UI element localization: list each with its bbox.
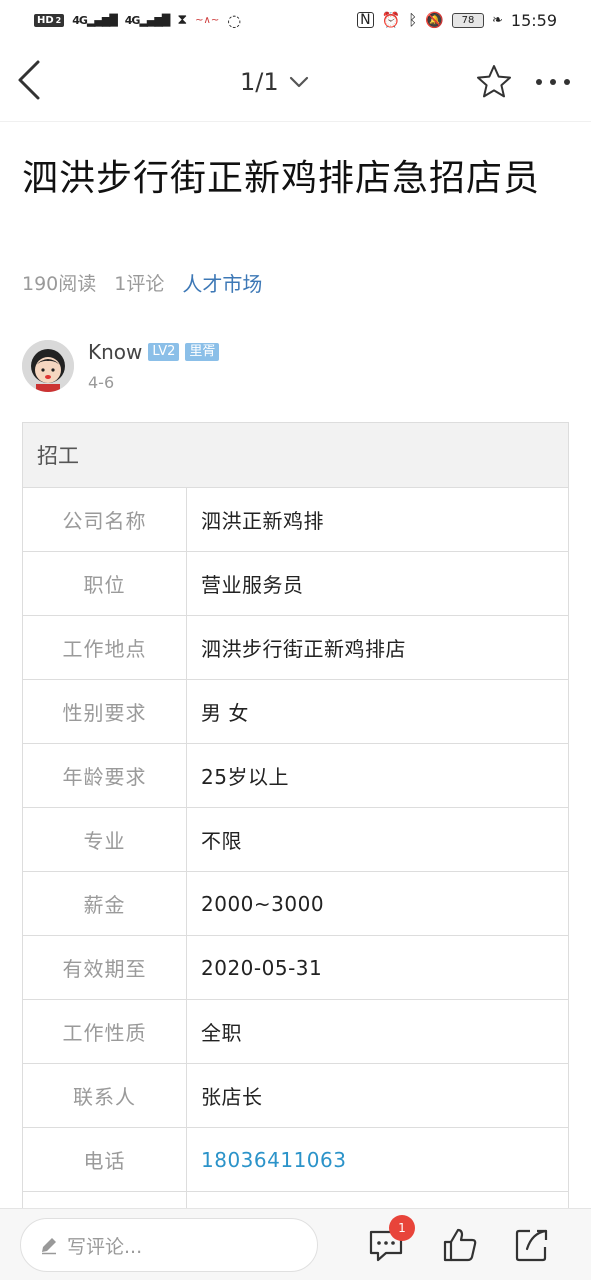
table-row: 年龄要求 25岁以上: [23, 744, 568, 808]
table-header: 招工: [23, 422, 568, 488]
row-label: 有效期至: [23, 936, 187, 999]
row-label: 联系人: [23, 1064, 187, 1127]
table-row: [23, 1192, 568, 1208]
row-label: 电话: [23, 1128, 187, 1191]
alarm-icon: ⏰: [381, 11, 401, 29]
more-dot-icon: [550, 79, 556, 85]
page-selector[interactable]: 1/1: [240, 62, 309, 102]
hourglass-icon: ⧗: [177, 12, 188, 28]
table-row: 公司名称 泗洪正新鸡排: [23, 488, 568, 552]
pencil-icon: [42, 1238, 56, 1255]
rank-badge: 里胥: [185, 343, 220, 361]
battery-icon: 78: [451, 12, 484, 28]
favorite-button[interactable]: [474, 62, 514, 102]
share-button[interactable]: [512, 1225, 552, 1265]
nfc-icon: N: [357, 12, 374, 28]
row-value: 张店长: [201, 1085, 263, 1109]
comment-placeholder: 写评论...: [67, 1235, 143, 1258]
post-meta: 190阅读 1评论 人才市场: [22, 268, 262, 297]
row-label: 工作性质: [23, 1000, 187, 1063]
top-nav-bar: 1/1: [0, 40, 591, 122]
row-value: 2020-05-31: [201, 955, 323, 980]
row-label: [23, 1192, 187, 1208]
table-row: 性别要求男 女: [23, 680, 568, 744]
signal-4g-1: 4G▂▄▆█: [72, 13, 118, 27]
category-link[interactable]: 人才市场: [182, 268, 262, 297]
avatar-image: [22, 340, 74, 392]
comment-input[interactable]: 写评论...: [20, 1218, 318, 1272]
row-value: 25岁以上: [201, 765, 289, 789]
row-label: 年龄要求: [23, 744, 187, 807]
table-row: 职位 营业服务员: [23, 552, 568, 616]
author-avatar[interactable]: [22, 340, 74, 392]
row-label: 性别要求: [23, 680, 187, 743]
author-info: Know LV2 里胥: [88, 340, 220, 364]
row-label: 公司名称: [23, 488, 187, 551]
status-bar-left: HD 2 4G▂▄▆█ 4G▂▄▆█ ⧗ ~∧~ ◌: [34, 11, 241, 30]
row-value: 2000~3000: [201, 891, 325, 916]
read-count: 190阅读: [22, 273, 97, 295]
row-label: 工作地点: [23, 616, 187, 679]
more-dot-icon: [564, 79, 570, 85]
signal-4g-2: 4G▂▄▆█: [124, 13, 171, 27]
more-options-button[interactable]: [530, 62, 576, 102]
table-row: 有效期至 2020-05-31: [23, 936, 568, 1000]
row-label: 薪金: [23, 872, 187, 935]
thumbs-up-icon: [443, 1228, 477, 1262]
row-value: 不限: [201, 829, 242, 853]
table-row: 联系人 张店长: [23, 1064, 568, 1128]
bottom-action-bar: 写评论... 1: [0, 1208, 591, 1280]
comment-count: 1评论: [114, 273, 165, 295]
job-info-table: 招工 公司名称 泗洪正新鸡排 职位 营业服务员 工作地点 泗洪步行街正新鸡排店 性别要…: [22, 422, 569, 1208]
row-label: 职位: [23, 552, 187, 615]
clock: 15:59: [510, 10, 557, 30]
author-name[interactable]: Know: [88, 340, 142, 364]
chevron-down-icon: [289, 76, 308, 88]
table-row: 工作性质 全职: [23, 1000, 568, 1064]
phone-link[interactable]: 18036411063: [187, 1128, 568, 1191]
like-button[interactable]: [440, 1225, 480, 1265]
app-notification-icon: ~∧~: [195, 14, 220, 26]
mute-icon: 🔕: [425, 11, 444, 29]
table-row: 专业 不限: [23, 808, 568, 872]
level-badge: LV2: [148, 343, 180, 361]
star-icon: [477, 65, 511, 98]
loading-circle-icon: ◌: [227, 10, 242, 30]
bluetooth-icon: ᛒ: [408, 11, 418, 29]
status-bar-right: N ⏰ ᛒ 🔕 78 ❧ 15:59: [357, 11, 557, 30]
row-value: [187, 1192, 568, 1208]
row-label: 专业: [23, 808, 187, 871]
table-row: 薪金 2000~3000: [23, 872, 568, 936]
row-value: 全职: [201, 1021, 242, 1045]
hd-indicator: HD 2: [34, 13, 65, 27]
row-value: 泗洪正新鸡排: [201, 509, 324, 533]
share-icon: [515, 1229, 548, 1262]
post-title: 泗洪步行街正新鸡排店急招店员: [22, 158, 541, 199]
comment-count-badge: 1: [389, 1215, 415, 1241]
eco-leaf-icon: ❧: [491, 12, 503, 28]
row-value: 营业服务员: [201, 573, 304, 597]
back-button[interactable]: [12, 58, 52, 102]
table-row: 电话 18036411063: [23, 1128, 568, 1192]
more-dot-icon: [536, 79, 542, 85]
row-value: 男 女: [201, 701, 249, 725]
post-date: 4-6: [88, 373, 115, 392]
table-row: 工作地点 泗洪步行街正新鸡排店: [23, 616, 568, 680]
back-arrow-icon: [18, 60, 40, 100]
page-indicator: 1/1: [240, 68, 279, 96]
row-value: 泗洪步行街正新鸡排店: [201, 637, 406, 661]
status-bar: HD 2 4G▂▄▆█ 4G▂▄▆█ ⧗ ~∧~ ◌ N ⏰ ᛒ 🔕 78 ❧ 1…: [0, 0, 591, 40]
